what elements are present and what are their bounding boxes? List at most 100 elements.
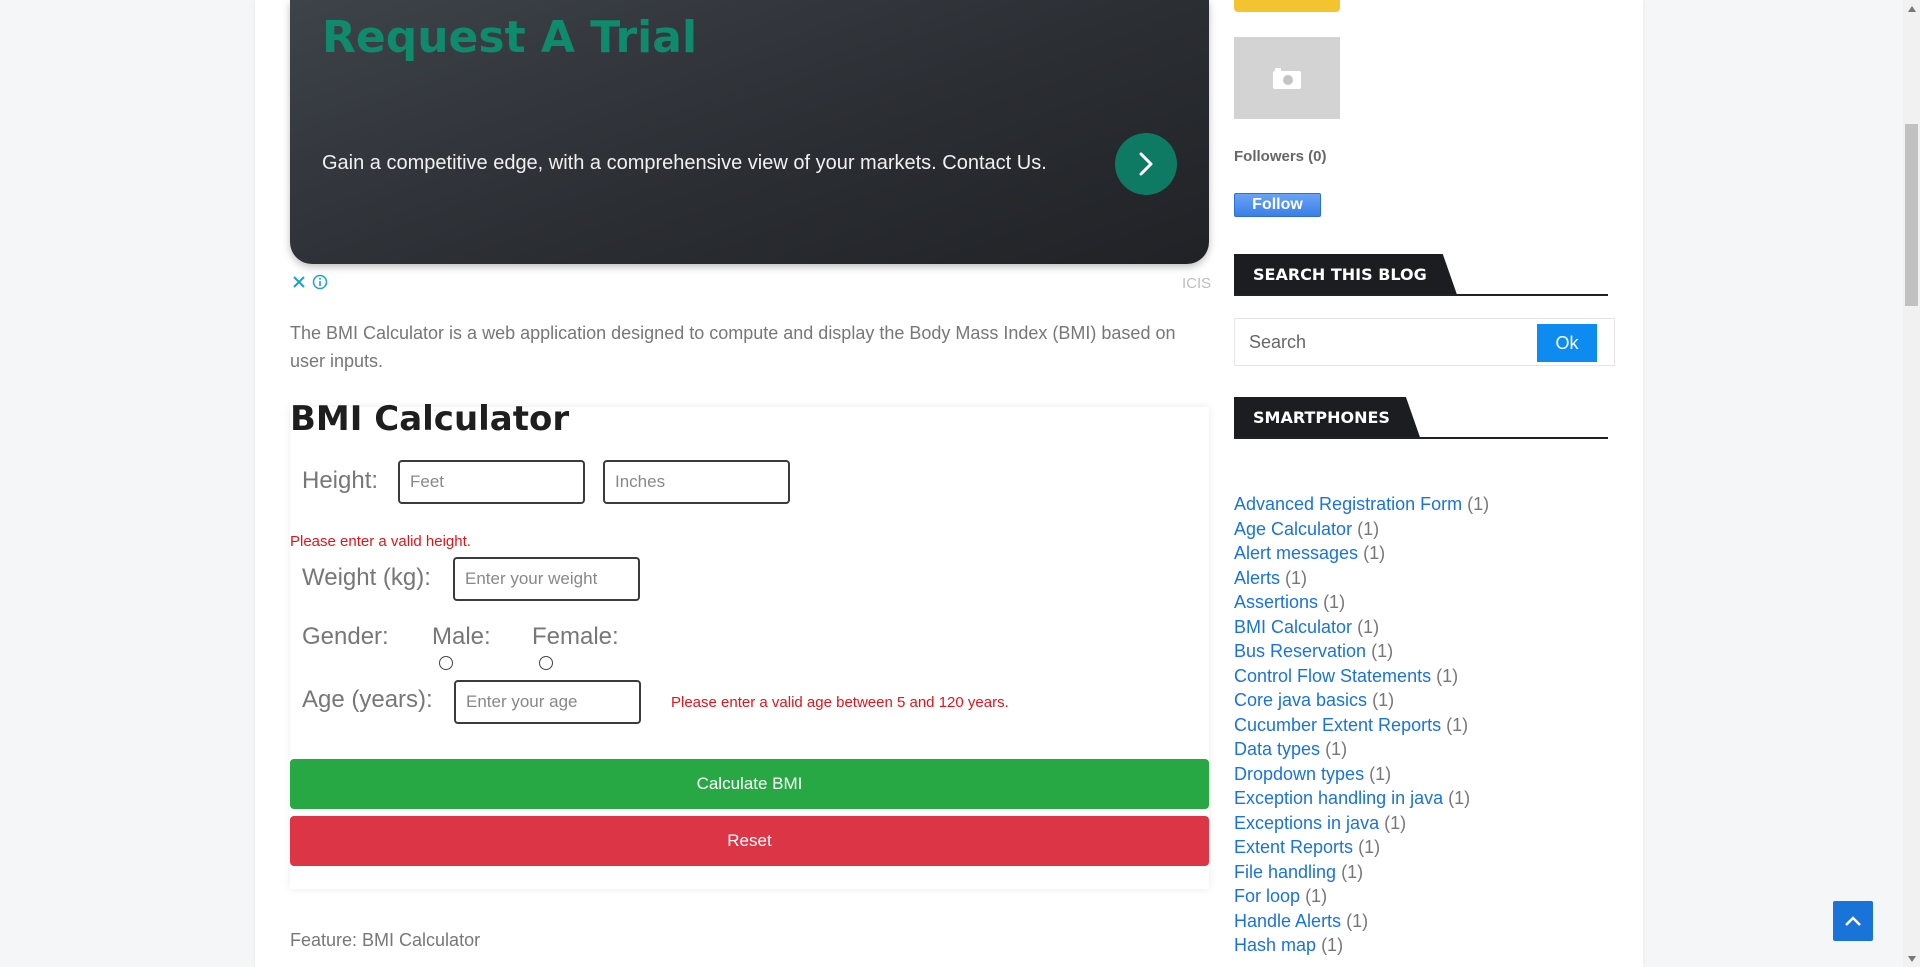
label-link[interactable]: Exception handling in java — [1234, 788, 1443, 808]
label-item: Handle Alerts (1) — [1234, 909, 1489, 934]
bmi-calculator-card: BMI Calculator Height: Please enter a va… — [290, 399, 1209, 889]
label-count: (1) — [1446, 714, 1469, 735]
label-count: (1) — [1371, 641, 1394, 661]
reset-button[interactable]: Reset — [290, 816, 1209, 866]
label-item: Exceptions in java (1) — [1234, 811, 1489, 836]
label-link[interactable]: Control Flow Statements — [1234, 666, 1431, 686]
ad-arrow-button[interactable] — [1115, 133, 1177, 195]
label-item: Dropdown types (1) — [1234, 762, 1489, 787]
ad-title: Request A Trial — [322, 12, 698, 63]
label-count: (1) — [1323, 592, 1346, 612]
label-count: (1) — [1369, 763, 1392, 784]
label-item: For loop (1) — [1234, 884, 1489, 909]
label-item: Exception handling in java (1) — [1234, 786, 1489, 811]
label-item: BMI Calculator (1) — [1234, 615, 1489, 640]
label-count: (1) — [1372, 690, 1395, 710]
label-item: Age Calculator (1) — [1234, 517, 1489, 542]
ad-banner[interactable]: Request A Trial Gain a competitive edge,… — [290, 0, 1209, 264]
label-count: (1) — [1363, 543, 1386, 563]
triangle-down-icon — [1907, 955, 1916, 962]
label-count: (1) — [1321, 935, 1344, 955]
age-input[interactable] — [454, 680, 641, 724]
triangle-up-icon — [1907, 5, 1916, 12]
label-link[interactable]: Data types — [1234, 739, 1320, 759]
bmi-title: BMI Calculator — [290, 399, 570, 439]
age-error: Please enter a valid age between 5 and 1… — [671, 694, 1009, 711]
close-icon[interactable] — [292, 275, 306, 289]
calculate-bmi-button[interactable]: Calculate BMI — [290, 759, 1209, 809]
search-section-title: SEARCH THIS BLOG — [1234, 254, 1457, 294]
label-count: (1) — [1285, 567, 1308, 588]
scrollbar-thumb[interactable] — [1905, 124, 1918, 306]
female-label: Female: — [532, 623, 619, 650]
label-link[interactable]: Age Calculator — [1234, 519, 1352, 539]
follower-avatar[interactable] — [1234, 37, 1340, 119]
label-item: Advanced Registration Form (1) — [1234, 492, 1489, 517]
male-radio[interactable] — [439, 656, 453, 670]
label-link[interactable]: Hash map — [1234, 935, 1316, 955]
ad-text: Gain a competitive edge, with a comprehe… — [322, 152, 1047, 174]
search-input[interactable] — [1235, 319, 1525, 365]
height-error: Please enter a valid height. — [290, 533, 471, 550]
scroll-up-arrow[interactable] — [1903, 0, 1920, 17]
info-icon[interactable] — [312, 274, 328, 290]
label-link[interactable]: Alert messages — [1234, 543, 1358, 563]
label-count: (1) — [1357, 616, 1380, 637]
search-form: Ok — [1234, 318, 1615, 366]
ad-controls — [292, 274, 328, 290]
profile-image-top — [1234, 0, 1340, 12]
label-item: Cucumber Extent Reports (1) — [1234, 713, 1489, 738]
label-link[interactable]: Advanced Registration Form — [1234, 494, 1462, 514]
inches-input[interactable] — [603, 460, 790, 504]
label-count: (1) — [1467, 494, 1490, 514]
follow-button[interactable]: Follow — [1234, 193, 1321, 217]
female-radio[interactable] — [539, 656, 553, 670]
label-link[interactable]: Alerts — [1234, 568, 1280, 588]
label-link[interactable]: Core java basics — [1234, 690, 1367, 710]
scroll-down-arrow[interactable] — [1903, 950, 1920, 967]
label-count: (1) — [1357, 518, 1380, 539]
label-link[interactable]: Extent Reports — [1234, 837, 1353, 857]
search-ok-button[interactable]: Ok — [1537, 324, 1597, 362]
label-count: (1) — [1448, 788, 1471, 808]
search-section-header: SEARCH THIS BLOG — [1234, 254, 1608, 296]
label-count: (1) — [1436, 665, 1459, 686]
label-item: Extent Reports (1) — [1234, 835, 1489, 860]
label-count: (1) — [1305, 886, 1328, 906]
label-link[interactable]: File handling — [1234, 862, 1336, 882]
label-link[interactable]: Dropdown types — [1234, 764, 1364, 784]
label-count: (1) — [1325, 739, 1348, 759]
label-count: (1) — [1346, 910, 1369, 931]
smartphones-section-header: SMARTPHONES — [1234, 397, 1608, 439]
label-item: Bus Reservation (1) — [1234, 639, 1489, 664]
weight-label: Weight (kg): — [302, 564, 431, 591]
feature-heading: Feature: BMI Calculator — [290, 930, 481, 950]
label-link[interactable]: For loop — [1234, 886, 1300, 906]
label-link[interactable]: BMI Calculator — [1234, 617, 1352, 637]
label-item: Assertions (1) — [1234, 590, 1489, 615]
feet-input[interactable] — [398, 460, 585, 504]
smartphones-section-title: SMARTPHONES — [1234, 397, 1420, 437]
male-label: Male: — [432, 623, 491, 650]
label-item: Control Flow Statements (1) — [1234, 664, 1489, 689]
labels-list: Advanced Registration Form (1) Age Calcu… — [1234, 492, 1489, 958]
label-count: (1) — [1384, 812, 1407, 833]
age-label: Age (years): — [302, 686, 433, 713]
label-link[interactable]: Bus Reservation — [1234, 641, 1366, 661]
gender-label: Gender: — [302, 623, 389, 650]
label-link[interactable]: Exceptions in java — [1234, 813, 1379, 833]
ad-brand: ICIS — [1182, 275, 1212, 292]
label-item: Hash map (1) — [1234, 933, 1489, 958]
chevron-right-icon — [1139, 152, 1153, 176]
label-link[interactable]: Assertions — [1234, 592, 1318, 612]
label-count: (1) — [1358, 837, 1381, 857]
weight-input[interactable] — [453, 557, 640, 601]
label-item: Data types (1) — [1234, 737, 1489, 762]
height-label: Height: — [302, 467, 379, 494]
label-link[interactable]: Cucumber Extent Reports — [1234, 715, 1441, 735]
scroll-to-top-button[interactable] — [1833, 901, 1873, 941]
label-count: (1) — [1341, 861, 1364, 882]
label-item: File handling (1) — [1234, 860, 1489, 885]
page-scrollbar[interactable] — [1903, 0, 1920, 967]
label-link[interactable]: Handle Alerts — [1234, 911, 1341, 931]
